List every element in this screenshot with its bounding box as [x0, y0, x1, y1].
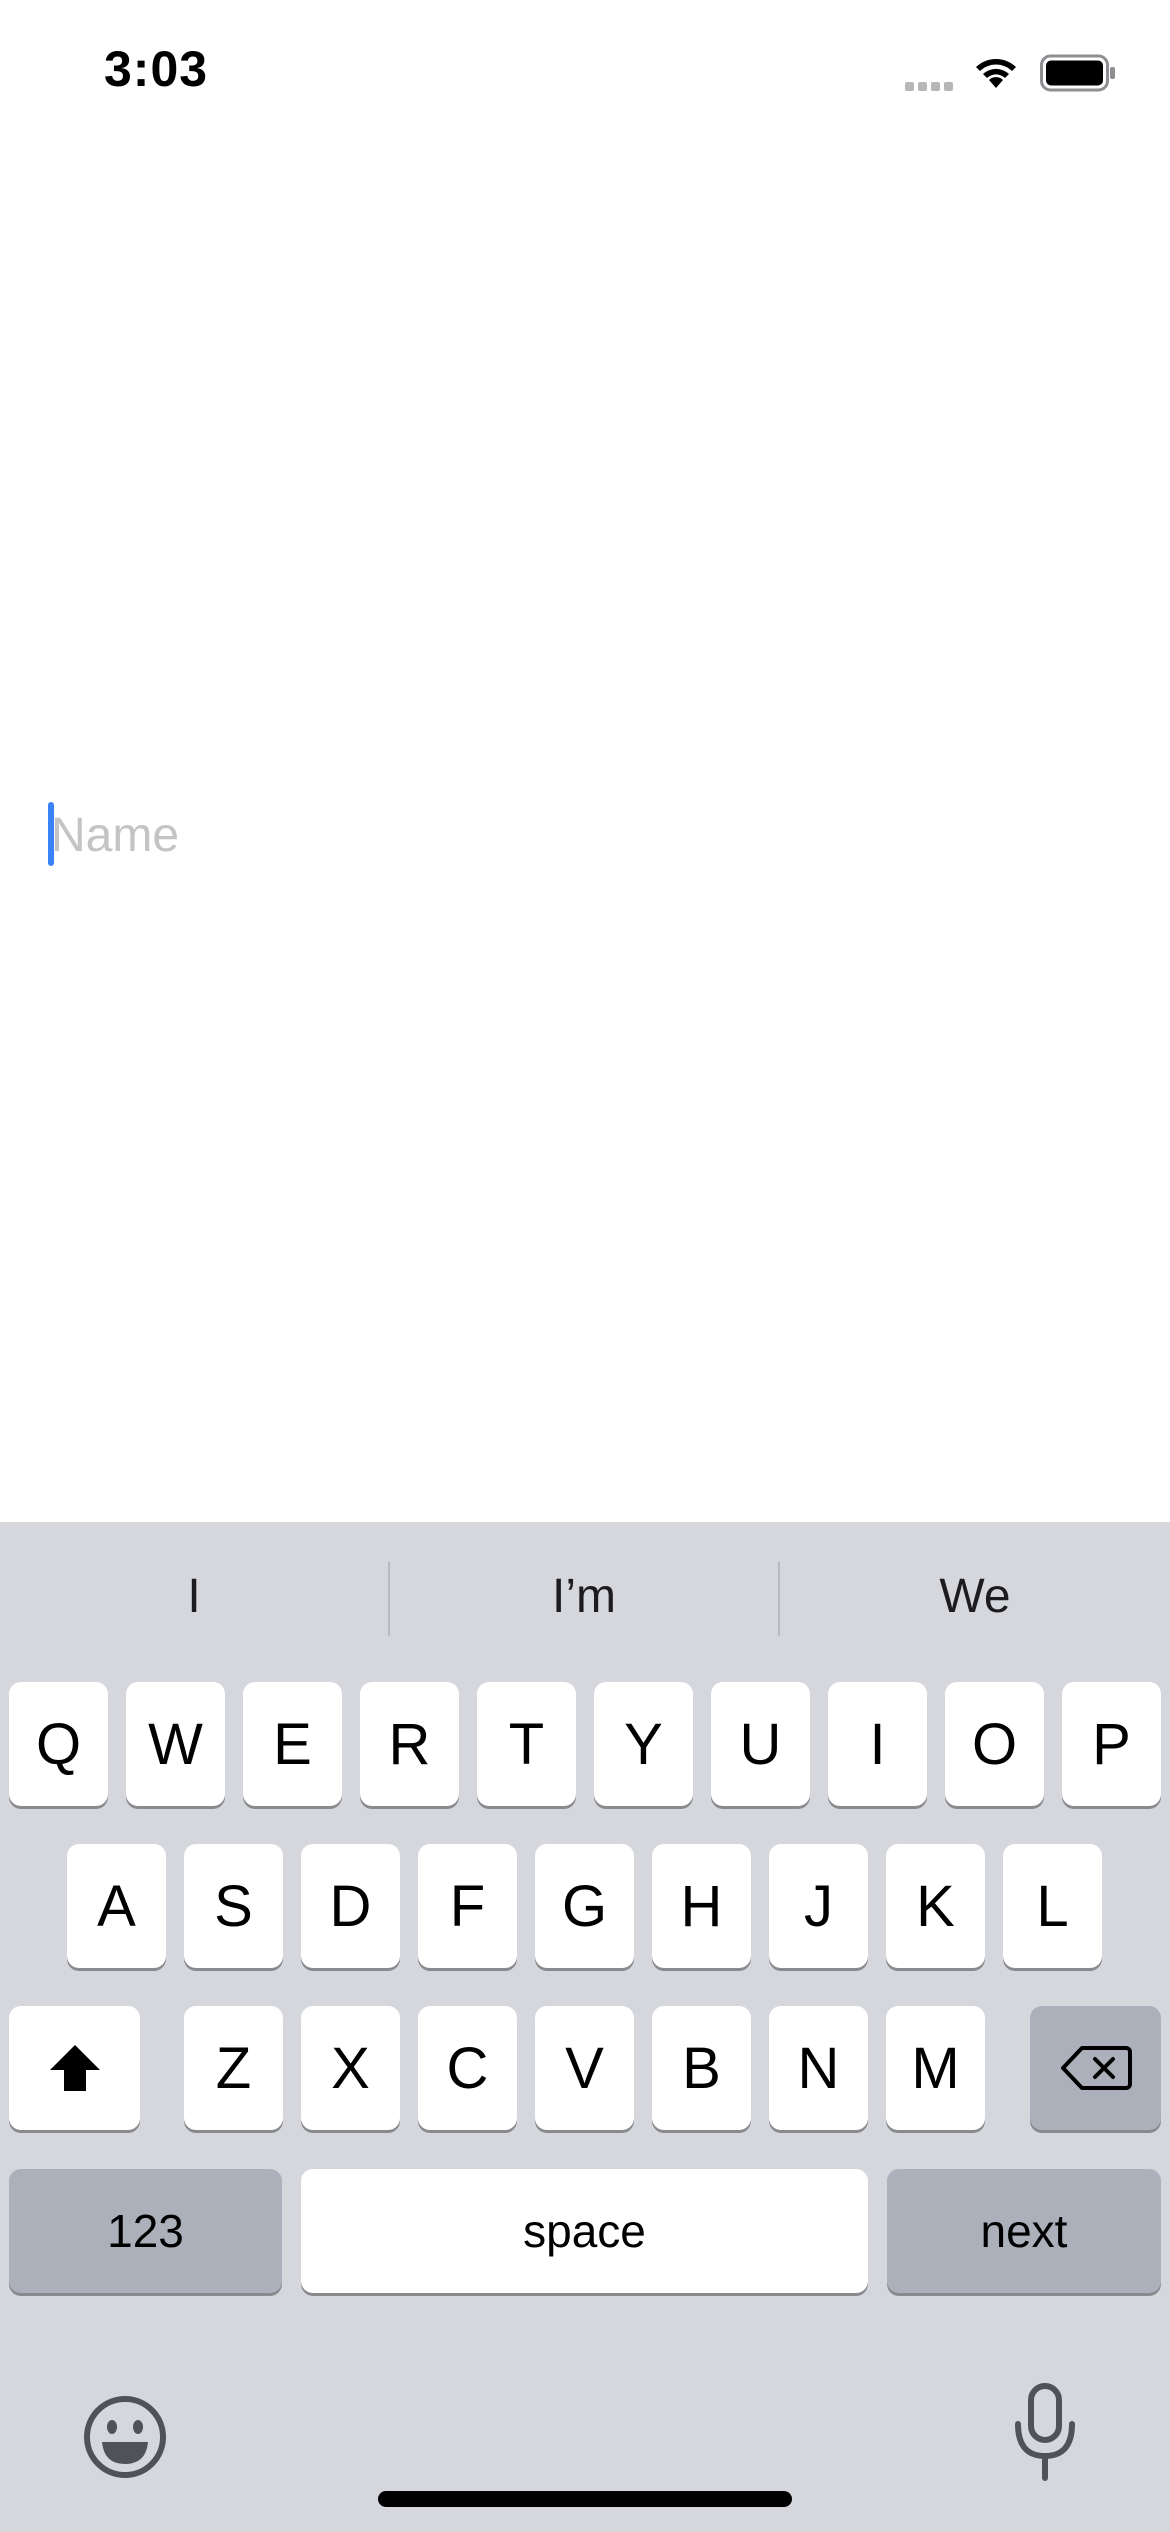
suggestion-3[interactable]: We: [780, 1562, 1170, 1632]
key-c[interactable]: C: [418, 2006, 517, 2130]
key-q[interactable]: Q: [9, 1682, 108, 1806]
key-w[interactable]: W: [126, 1682, 225, 1806]
delete-key[interactable]: [1030, 2006, 1161, 2130]
key-e[interactable]: E: [243, 1682, 342, 1806]
name-input[interactable]: [48, 800, 1131, 870]
battery-icon: [1040, 54, 1115, 92]
space-key[interactable]: space: [301, 2169, 868, 2293]
shift-icon: [49, 2045, 100, 2091]
next-key[interactable]: next: [887, 2169, 1161, 2293]
key-v[interactable]: V: [535, 2006, 634, 2130]
key-g[interactable]: G: [535, 1844, 634, 1968]
key-x[interactable]: X: [301, 2006, 400, 2130]
microphone-icon[interactable]: [1010, 2382, 1080, 2482]
key-d[interactable]: D: [301, 1844, 400, 1968]
home-indicator[interactable]: [378, 2491, 792, 2507]
key-u[interactable]: U: [711, 1682, 810, 1806]
status-time: 3:03: [104, 41, 209, 97]
predictive-text-bar: I I’m We: [0, 1522, 1170, 1672]
key-m[interactable]: M: [886, 2006, 985, 2130]
key-h[interactable]: H: [652, 1844, 751, 1968]
cellular-signal-icon: [905, 82, 953, 91]
numbers-key[interactable]: 123: [9, 2169, 282, 2293]
key-i[interactable]: I: [828, 1682, 927, 1806]
suggestion-1[interactable]: I: [0, 1562, 388, 1632]
shift-key[interactable]: [9, 2006, 140, 2130]
key-s[interactable]: S: [184, 1844, 283, 1968]
suggestion-2[interactable]: I’m: [390, 1562, 778, 1632]
key-t[interactable]: T: [477, 1682, 576, 1806]
key-b[interactable]: B: [652, 2006, 751, 2130]
text-cursor: [48, 802, 54, 866]
key-p[interactable]: P: [1062, 1682, 1161, 1806]
key-o[interactable]: O: [945, 1682, 1044, 1806]
keyboard: I I’m We Q W E R T Y U I O P A S D F G H…: [0, 1522, 1170, 2532]
key-n[interactable]: N: [769, 2006, 868, 2130]
key-k[interactable]: K: [886, 1844, 985, 1968]
status-bar: 3:03: [0, 0, 1170, 150]
name-field[interactable]: [48, 800, 1131, 870]
wifi-icon: [976, 59, 1016, 88]
key-y[interactable]: Y: [594, 1682, 693, 1806]
key-a[interactable]: A: [67, 1844, 166, 1968]
key-l[interactable]: L: [1003, 1844, 1102, 1968]
key-r[interactable]: R: [360, 1682, 459, 1806]
delete-icon: [1060, 2046, 1132, 2090]
key-z[interactable]: Z: [184, 2006, 283, 2130]
emoji-icon[interactable]: [80, 2392, 170, 2482]
key-f[interactable]: F: [418, 1844, 517, 1968]
key-j[interactable]: J: [769, 1844, 868, 1968]
